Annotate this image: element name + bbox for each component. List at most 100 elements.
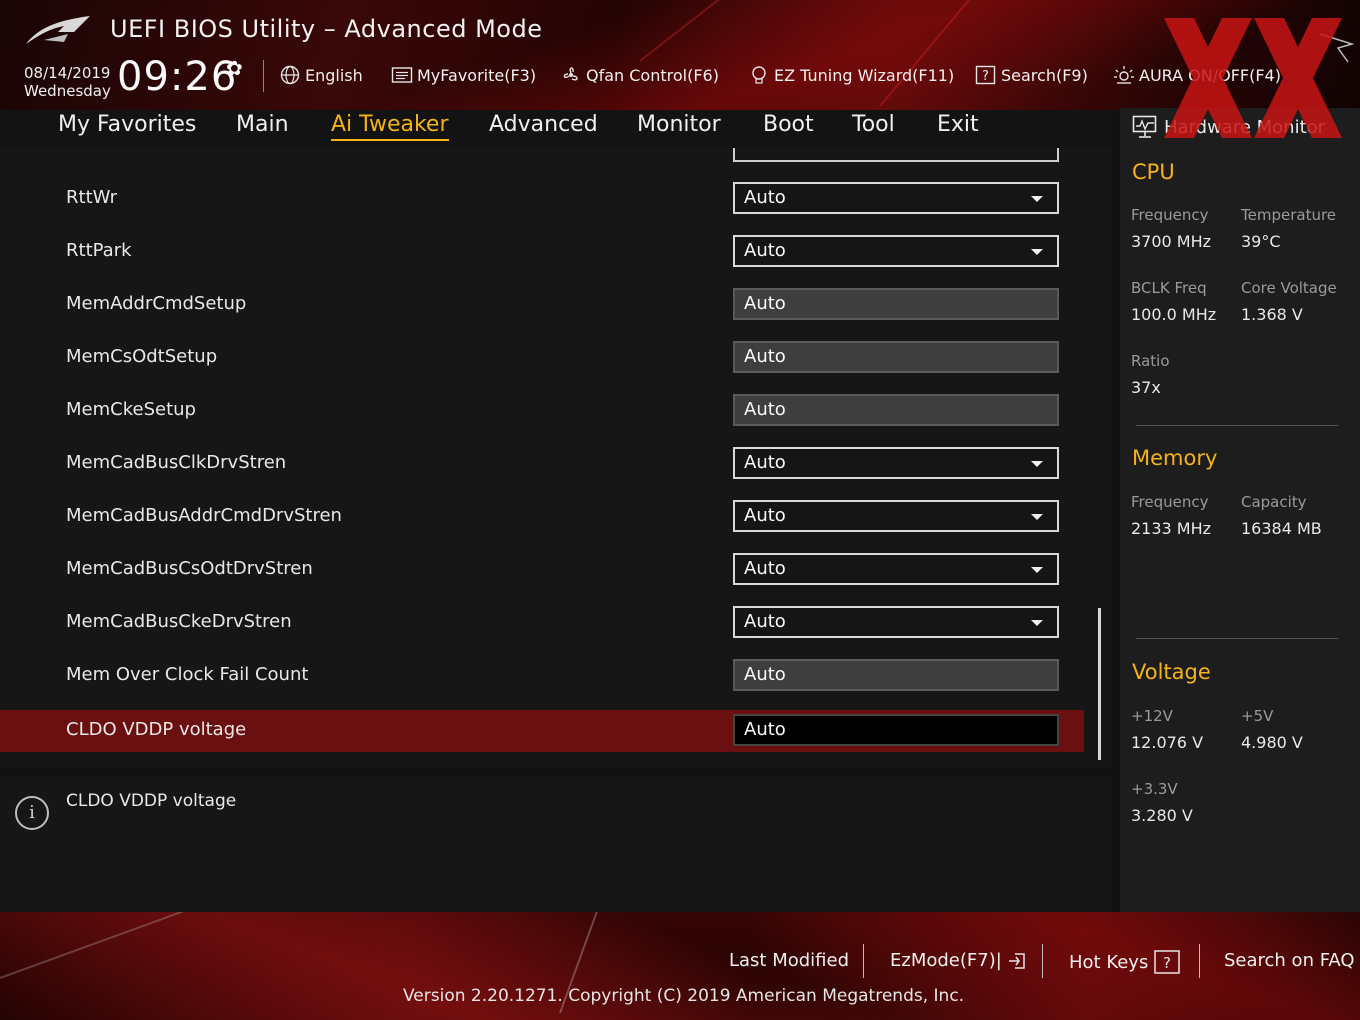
aura-light-icon [1114,66,1134,84]
tab-boot[interactable]: Boot [763,112,814,137]
tab-my-favorites[interactable]: My Favorites [58,112,196,137]
setting-row-memcsodtsetup[interactable]: MemCsOdtSetup Auto [0,337,1084,379]
v12-value: 12.076 V [1131,733,1204,752]
setting-row-memckesetup[interactable]: MemCkeSetup Auto [0,390,1084,432]
setting-row-memaddrcmdsetup[interactable]: MemAddrCmdSetup Auto [0,284,1084,326]
footer-divider [863,944,864,978]
setting-value-input[interactable]: Auto [733,714,1059,746]
dropdown-caret-icon [1031,249,1043,255]
setting-row-memcadbusclkdrvstren[interactable]: MemCadBusClkDrvStren Auto [0,443,1084,485]
favorite-list-icon [391,67,413,83]
setting-label: RttWr [66,187,118,208]
setting-row-rttpark[interactable]: RttPark Auto [0,231,1084,273]
setting-textbox[interactable]: Auto [733,288,1059,320]
setting-dropdown[interactable]: Auto [733,553,1059,585]
setting-row-mem-over-clock-fail-count[interactable]: Mem Over Clock Fail Count Auto [0,655,1084,697]
fan-icon [563,67,578,81]
svg-text:?: ? [1163,954,1171,972]
search-button[interactable]: ? Search(F9) [975,62,1088,88]
tab-monitor[interactable]: Monitor [637,112,721,137]
setting-label: MemCkeSetup [66,399,196,420]
setting-row-cldo-vddp-voltage[interactable]: CLDO VDDP voltage Auto [0,710,1084,752]
dropdown-caret-icon [1031,196,1043,202]
tab-ai-tweaker[interactable]: Ai Tweaker [331,112,449,141]
time-display: 09:26 [117,54,238,100]
ez-tuning-wizard-button[interactable]: EZ Tuning Wizard(F11) [748,62,954,88]
dropdown-caret-icon [1031,620,1043,626]
footer-bar: Last Modified EzMode(F7)| Hot Keys ? Sea… [0,912,1360,1020]
tab-main[interactable]: Main [236,112,289,137]
setting-dropdown[interactable]: Auto [733,182,1059,214]
lightbulb-icon [752,66,766,84]
v33-label: +3.3V [1131,780,1178,798]
myfavorite-label: MyFavorite(F3) [417,65,537,85]
myfavorite-button[interactable]: MyFavorite(F3) [391,62,536,88]
memory-heading: Memory [1132,446,1218,470]
dropdown-value: Auto [744,611,786,632]
scrollbar[interactable] [1098,608,1101,760]
decor-streak [879,0,1010,107]
tab-tool[interactable]: Tool [852,112,895,137]
dropdown-caret-icon [1031,514,1043,520]
cpu-temperature-label: Temperature [1241,206,1337,224]
setting-textbox[interactable]: Auto [733,341,1059,373]
search-faq-button[interactable]: Search on FAQ [1224,950,1355,971]
setting-label: MemAddrCmdSetup [66,293,247,314]
setting-label: MemCadBusAddrCmdDrvStren [66,505,342,526]
help-panel: i CLDO VDDP voltage [0,776,1112,912]
memory-frequency-value: 2133 MHz [1131,519,1212,538]
setting-dropdown[interactable]: Auto [733,606,1059,638]
setting-dropdown[interactable]: Auto [733,235,1059,267]
setting-row-memcadbusaddrcmddrvstren[interactable]: MemCadBusAddrCmdDrvStren Auto [0,496,1084,538]
setting-dropdown[interactable]: Auto [733,500,1059,532]
aura-toggle-button[interactable]: AURA ON/OFF(F4) [1113,62,1281,88]
setting-row-memcadbuscked rvstren[interactable]: MemCadBusCkeDrvStren Auto [0,602,1084,644]
v5-value: 4.980 V [1241,733,1303,752]
setting-textbox[interactable]: Auto [733,659,1059,691]
hardware-monitor-panel: Hardware Monitor CPU Frequency Temperatu… [1120,108,1360,912]
weekday-display: Wednesday [24,82,111,100]
decor-streak [639,0,846,62]
tab-exit[interactable]: Exit [937,112,979,137]
help-text: CLDO VDDP voltage [66,791,237,811]
voltage-heading: Voltage [1132,660,1211,684]
settings-gear-icon[interactable]: ✿ [226,56,243,80]
setting-row-memcadbuscsodtdrvstren[interactable]: MemCadBusCsOdtDrvStren Auto [0,549,1084,591]
setting-label: Mem Over Clock Fail Count [66,664,309,685]
dropdown-value: Auto [744,558,786,579]
memory-frequency-label: Frequency [1131,493,1209,511]
search-faq-label: Search on FAQ [1224,950,1355,971]
main-nav: My Favorites Main Ai Tweaker Advanced Mo… [0,110,1112,148]
hot-keys-button[interactable]: Hot Keys ? [1069,950,1181,974]
ratio-label: Ratio [1131,352,1170,370]
cpu-temperature-value: 39°C [1241,232,1281,251]
help-box-icon: ? [1154,950,1181,974]
clipped-dropdown [733,148,1059,162]
qfan-control-button[interactable]: Qfan Control(F6) [560,62,719,88]
qfan-label: Qfan Control(F6) [586,65,719,85]
exit-arrow-icon [1008,952,1025,969]
v5-label: +5V [1241,707,1274,725]
setting-row-rttwr[interactable]: RttWr Auto [0,178,1084,220]
tab-advanced[interactable]: Advanced [489,112,598,137]
cursor-pointer-icon [1319,33,1354,63]
hot-keys-label: Hot Keys [1069,951,1149,973]
dropdown-value: Auto [744,505,786,526]
setting-label: MemCadBusCkeDrvStren [66,611,292,632]
info-icon: i [15,796,49,830]
bclk-label: BCLK Freq [1131,279,1207,297]
search-label: Search(F9) [1001,65,1088,85]
memory-capacity-value: 16384 MB [1241,519,1322,538]
section-divider [1136,638,1338,639]
setting-label: RttPark [66,240,132,261]
setting-label: CLDO VDDP voltage [66,719,247,740]
dropdown-caret-icon [1031,461,1043,467]
setting-dropdown[interactable]: Auto [733,447,1059,479]
header-divider [263,60,264,92]
setting-textbox[interactable]: Auto [733,394,1059,426]
last-modified-button[interactable]: Last Modified [729,950,849,971]
ezmode-label: EzMode(F7)| [890,950,1002,971]
language-button[interactable]: English [279,62,363,88]
ezmode-button[interactable]: EzMode(F7)| [890,950,1026,971]
ez-tuning-label: EZ Tuning Wizard(F11) [774,65,955,85]
